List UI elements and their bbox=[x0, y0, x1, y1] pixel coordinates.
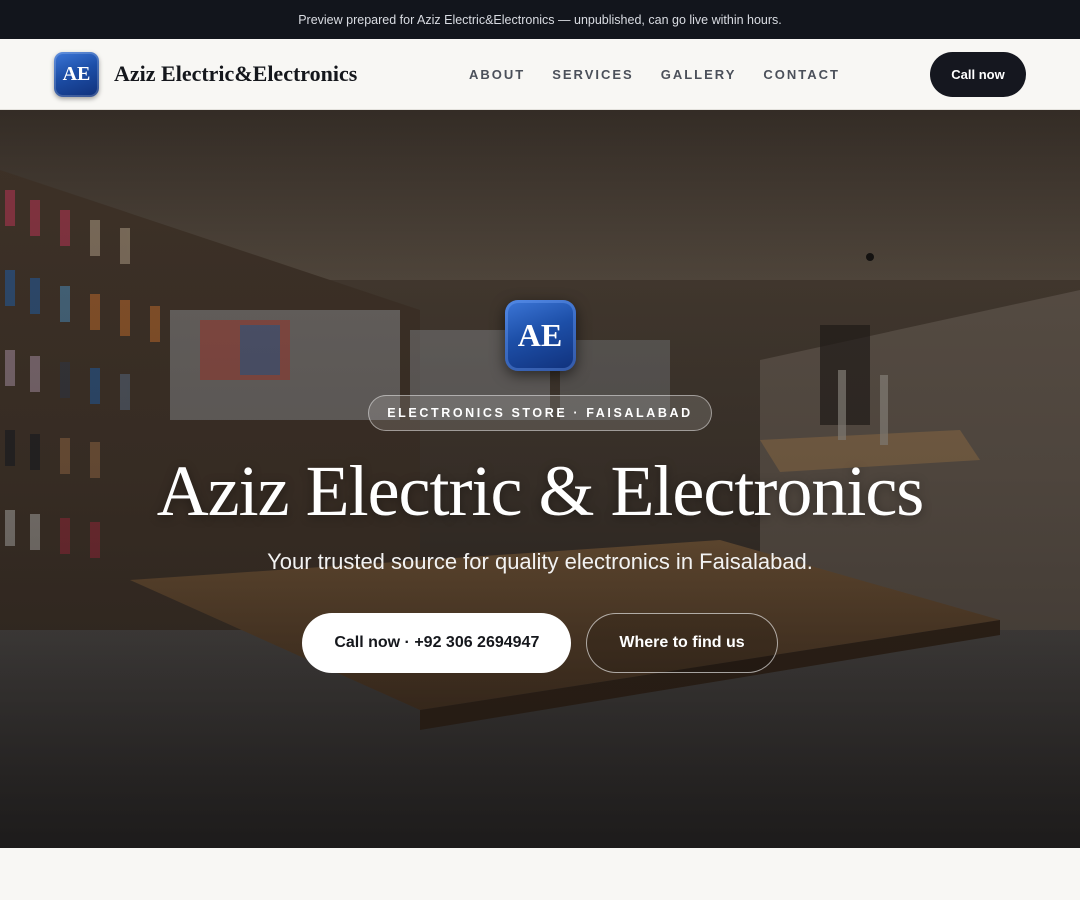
brand-logo-initials: AE bbox=[62, 62, 91, 85]
hero-actions: Call now · +92 306 2694947 Where to find… bbox=[302, 613, 778, 673]
nav-item-gallery[interactable]: GALLERY bbox=[661, 67, 737, 82]
hero-logo-initials: AE bbox=[517, 317, 563, 353]
nav-item-services[interactable]: SERVICES bbox=[552, 67, 634, 82]
call-phone-button[interactable]: Call now · +92 306 2694947 bbox=[302, 613, 572, 673]
hero-logo: AE bbox=[504, 300, 576, 371]
hero-subtitle: Your trusted source for quality electron… bbox=[267, 549, 813, 574]
main-nav: ABOUT SERVICES GALLERY CONTACT bbox=[469, 39, 840, 109]
hero-section: AE ELECTRONICS STORE · FAISALABAD Aziz E… bbox=[0, 110, 1080, 848]
hero-tag: ELECTRONICS STORE · FAISALABAD bbox=[368, 395, 712, 431]
site-header: AE Aziz Electric&Electronics ABOUT SERVI… bbox=[0, 39, 1080, 110]
announcement-text: Preview prepared for Aziz Electric&Elect… bbox=[298, 12, 782, 27]
hero-content: AE ELECTRONICS STORE · FAISALABAD Aziz E… bbox=[0, 110, 1080, 848]
brand[interactable]: AE Aziz Electric&Electronics bbox=[54, 51, 357, 97]
find-us-button[interactable]: Where to find us bbox=[586, 613, 778, 673]
brand-logo[interactable]: AE bbox=[54, 51, 99, 97]
next-section bbox=[0, 848, 1080, 900]
nav-item-contact[interactable]: CONTACT bbox=[763, 67, 840, 82]
call-now-button[interactable]: Call now bbox=[930, 52, 1026, 97]
nav-item-about[interactable]: ABOUT bbox=[469, 67, 525, 82]
hero-title: Aziz Electric & Electronics bbox=[156, 451, 925, 531]
announcement-bar: Preview prepared for Aziz Electric&Elect… bbox=[0, 0, 1080, 39]
brand-name[interactable]: Aziz Electric&Electronics bbox=[114, 61, 357, 87]
